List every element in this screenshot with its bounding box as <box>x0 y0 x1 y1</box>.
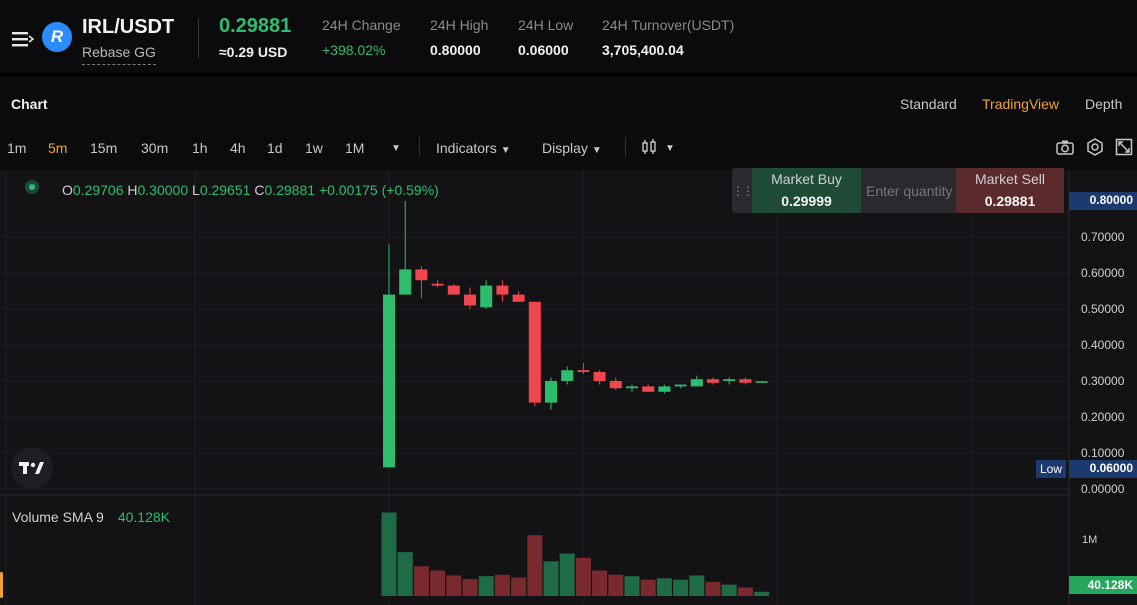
candle-body <box>723 379 736 381</box>
price-tick-label: 0.30000 <box>1081 374 1125 388</box>
tradingview-logo-icon[interactable] <box>11 447 53 489</box>
price-chart[interactable]: 0.70000 0.60000 0.50000 0.40000 0.30000 0.200… <box>0 0 1137 605</box>
ohlc-change: +0.00175 (+0.59%) <box>318 182 439 198</box>
candle-body <box>658 386 671 392</box>
ohlc-high-key: H <box>127 182 138 198</box>
volume-bar <box>689 575 705 596</box>
market-buy-price: 0.29999 <box>781 193 832 209</box>
candles <box>383 201 768 468</box>
candle-body <box>642 386 655 392</box>
candle-body <box>626 386 638 389</box>
volume-bar <box>527 535 543 596</box>
ohlc-close: 0.29881 <box>264 182 316 198</box>
volume-bar <box>721 584 737 596</box>
price-tick-label: 0.70000 <box>1081 230 1125 244</box>
ohlc-low: 0.29651 <box>199 182 251 198</box>
drag-handle-icon[interactable]: ⋮⋮ <box>732 168 754 213</box>
candle-body <box>690 379 703 387</box>
price-tick-label: 0.50000 <box>1081 302 1125 316</box>
candle-body <box>755 381 768 383</box>
volume-legend: Volume SMA 9 40.128K <box>12 509 170 525</box>
candle-body <box>593 372 606 381</box>
ohlc-close-key: C <box>254 182 265 198</box>
ohlc-legend: O0.29706 H0.30000 L0.29651 C0.29881 +0.0… <box>62 182 439 198</box>
volume-bar <box>656 578 672 596</box>
ohlc-high: 0.30000 <box>137 182 189 198</box>
volume-bars <box>381 512 770 596</box>
candle-body <box>609 381 622 389</box>
ohlc-open-key: O <box>62 182 73 198</box>
candle-body <box>707 379 719 383</box>
quantity-input[interactable] <box>861 168 956 213</box>
high-price-tag: 0.80000 <box>1069 192 1137 210</box>
candle-body <box>739 379 752 383</box>
side-indicator <box>0 572 3 598</box>
market-sell-label: Market Sell <box>974 171 1046 187</box>
visibility-toggle-icon[interactable] <box>25 180 39 194</box>
ohlc-low-key: L <box>192 182 200 198</box>
volume-legend-label: Volume SMA 9 <box>12 509 104 525</box>
candle-body <box>415 269 428 281</box>
volume-bar <box>397 552 413 596</box>
candle-body <box>561 370 574 381</box>
price-tick-label: 0.20000 <box>1081 410 1125 424</box>
low-label-tag: Low <box>1036 460 1067 478</box>
volume-scale-tick: 1M <box>1082 534 1097 546</box>
volume-bar <box>575 557 591 596</box>
candle-body <box>464 294 476 306</box>
candle-body <box>528 301 541 403</box>
candle-body <box>545 381 557 403</box>
market-buy-label: Market Buy <box>771 171 842 187</box>
volume-bar <box>381 512 397 596</box>
candle-body <box>447 285 460 295</box>
volume-bar <box>430 570 446 596</box>
price-tick-label: 0.40000 <box>1081 338 1125 352</box>
candle-body <box>577 370 590 372</box>
volume-bar <box>705 581 721 596</box>
price-axis: 0.70000 0.60000 0.50000 0.40000 0.30000 0.200… <box>1081 230 1125 496</box>
price-tick-label: 0.00000 <box>1081 482 1125 496</box>
candle-body <box>674 384 687 387</box>
candle-body <box>431 283 444 286</box>
candle-body <box>399 269 412 295</box>
low-price-tag: 0.06000 <box>1069 460 1137 478</box>
volume-bar <box>559 553 575 596</box>
volume-bar <box>624 576 640 596</box>
volume-bar <box>511 577 527 596</box>
candle-body <box>496 285 509 295</box>
volume-tag: 40.128K <box>1069 576 1137 594</box>
volume-bar <box>608 574 624 596</box>
volume-bar <box>592 570 608 596</box>
candle-body <box>383 294 395 468</box>
volume-bar <box>754 591 770 596</box>
volume-bar <box>462 579 478 596</box>
quick-trade-widget: ⋮⋮ Market Buy 0.29999 Market Sell 0.2988… <box>732 168 1064 213</box>
tradingview-mark-icon <box>19 462 44 474</box>
market-sell-price: 0.29881 <box>984 193 1036 209</box>
volume-bar <box>543 561 559 596</box>
volume-bar <box>413 566 429 596</box>
price-tick-label: 0.10000 <box>1081 446 1125 460</box>
ohlc-open: 0.29706 <box>72 182 124 198</box>
volume-bar <box>446 575 462 596</box>
volume-bar <box>640 579 656 596</box>
market-buy-button[interactable]: Market Buy 0.29999 <box>752 168 861 213</box>
volume-bar <box>478 576 494 596</box>
candle-body <box>480 285 493 308</box>
volume-bar <box>737 587 753 596</box>
volume-bar <box>494 574 510 596</box>
market-sell-button[interactable]: Market Sell 0.29881 <box>956 168 1064 213</box>
volume-legend-value: 40.128K <box>117 509 170 525</box>
volume-bar <box>673 579 689 596</box>
price-tick-label: 0.60000 <box>1081 266 1125 280</box>
candle-body <box>512 294 525 302</box>
